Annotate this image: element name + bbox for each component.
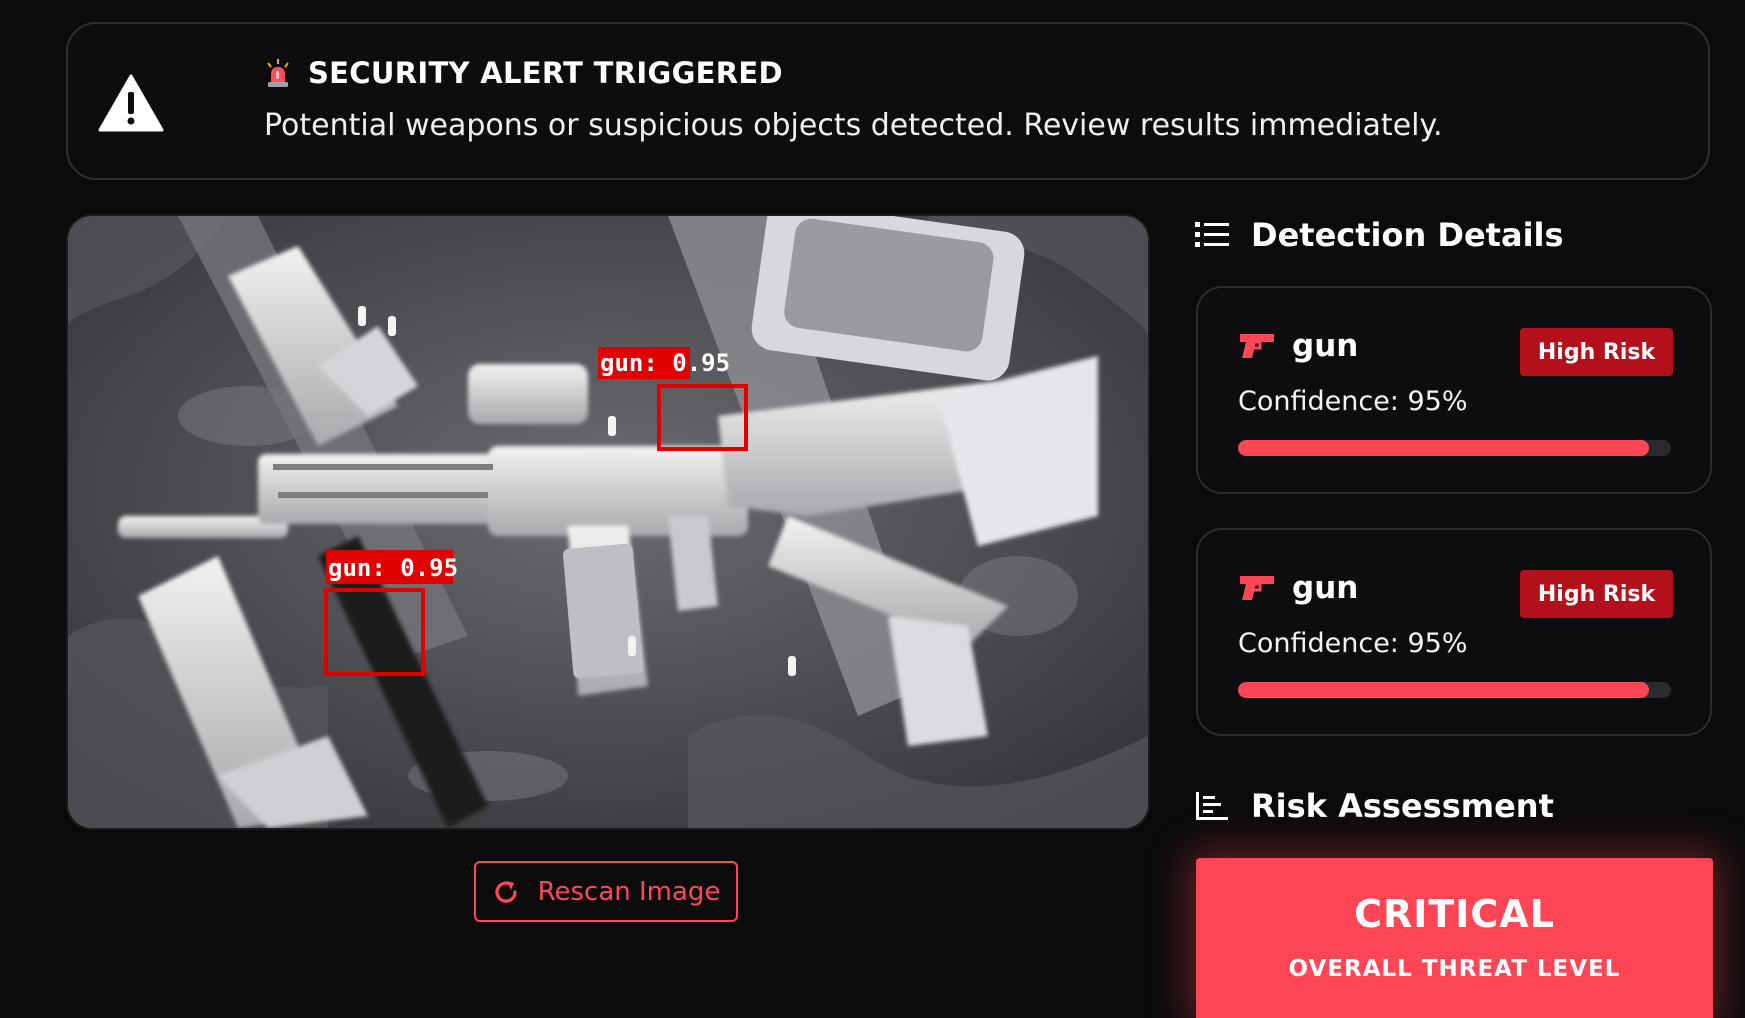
bar-chart-icon [1196,792,1228,820]
detection-class: gun [1292,570,1359,606]
warning-triangle-icon [98,74,164,132]
alert-message: Potential weapons or suspicious objects … [264,108,1443,143]
confidence-bar [1238,440,1671,456]
risk-assessment-heading: Risk Assessment [1195,787,1554,825]
detection-label: gun: 0.95 [600,349,730,377]
confidence-text: Confidence: 95% [1238,386,1468,417]
detection-class: gun [1292,328,1359,364]
detection-card: gun High Risk Confidence: 95% [1196,528,1712,736]
risk-badge: High Risk [1520,328,1673,376]
confidence-bar-fill [1238,682,1650,698]
scan-image: gun: 0.95 gun: 0.95 [68,216,1148,828]
security-alert-banner: SECURITY ALERT TRIGGERED Potential weapo… [66,22,1710,180]
detection-details-title: Detection Details [1251,216,1564,254]
confidence-bar [1238,682,1671,698]
detection-details-heading: Detection Details [1195,216,1564,254]
risk-assessment-title: Risk Assessment [1251,787,1554,825]
refresh-icon [495,880,517,903]
threat-level: CRITICAL [1354,892,1555,936]
xray-weapons-image: gun: 0.95 gun: 0.95 [68,216,1148,828]
confidence-text: Confidence: 95% [1238,628,1468,659]
risk-badge: High Risk [1520,570,1673,618]
threat-level-caption: OVERALL THREAT LEVEL [1288,956,1621,982]
detection-label: gun: 0.95 [328,554,458,582]
rescan-image-button[interactable]: Rescan Image [474,861,738,922]
detection-card: gun High Risk Confidence: 95% [1196,286,1712,494]
gun-icon [1240,576,1274,600]
list-icon [1195,222,1229,247]
confidence-bar-fill [1238,440,1650,456]
gun-icon [1240,334,1274,358]
threat-level-panel: CRITICAL OVERALL THREAT LEVEL [1196,858,1713,1018]
rescan-label: Rescan Image [537,876,721,907]
alert-title: SECURITY ALERT TRIGGERED [264,56,783,90]
alert-title-text: SECURITY ALERT TRIGGERED [308,56,783,90]
siren-icon [267,59,289,87]
